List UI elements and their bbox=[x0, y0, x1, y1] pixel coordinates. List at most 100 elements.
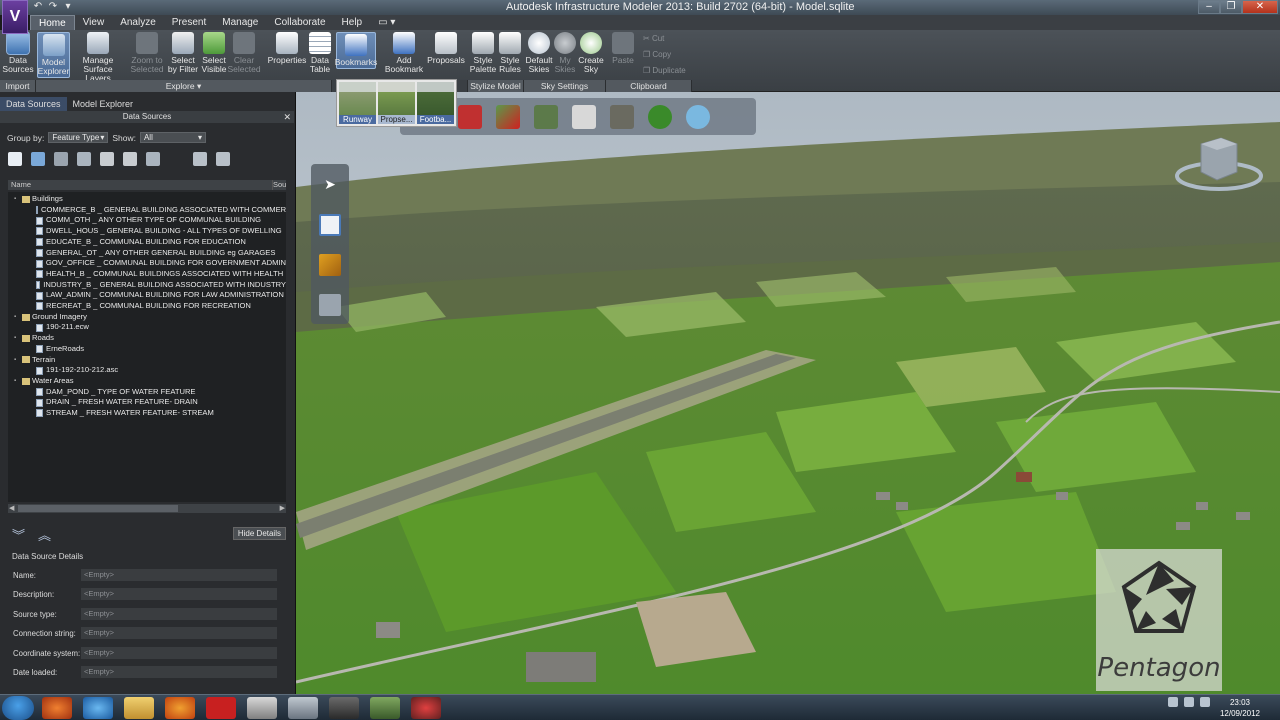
barrier-icon[interactable] bbox=[610, 104, 634, 129]
tree-item[interactable]: DRAIN _ FRESH WATER FEATURE- DRAIN bbox=[8, 397, 286, 408]
close-button[interactable]: ✕ bbox=[1242, 0, 1278, 14]
internet-explorer-icon[interactable] bbox=[83, 697, 113, 719]
tray-volume-icon[interactable] bbox=[1200, 697, 1210, 707]
firefox-icon[interactable] bbox=[165, 697, 195, 719]
collapse-up-icon[interactable]: ︽ bbox=[38, 525, 51, 544]
select-arrow-icon[interactable]: ➤ bbox=[319, 176, 341, 198]
proposals-button[interactable]: Proposals bbox=[427, 32, 465, 65]
tree-item[interactable]: LAW_ADMIN _ COMMUNAL BUILDING FOR LAW AD… bbox=[8, 290, 286, 301]
tray-flag-icon[interactable] bbox=[1184, 697, 1194, 707]
create-sky-button[interactable]: Create Sky bbox=[578, 32, 604, 74]
bookmark-runway[interactable]: Runway bbox=[339, 82, 376, 124]
details-value-field[interactable]: <Empty> bbox=[81, 588, 277, 601]
tree-group[interactable]: ▪ Terrain bbox=[8, 355, 286, 366]
style-palette-button[interactable]: Style Palette bbox=[469, 32, 497, 74]
start-button[interactable] bbox=[2, 696, 34, 720]
tree-item[interactable]: EDUCATE_B _ COMMUNAL BUILDING FOR EDUCAT… bbox=[8, 237, 286, 248]
panel-explore[interactable]: Explore ▾ bbox=[36, 80, 332, 92]
app-menu-button[interactable]: V bbox=[2, 0, 28, 34]
tree-item[interactable]: DAM_POND _ TYPE OF WATER FEATURE bbox=[8, 387, 286, 398]
expand-down-icon[interactable]: ︾ bbox=[12, 525, 25, 544]
tab-home[interactable]: Home bbox=[30, 15, 75, 30]
paste-button[interactable]: Paste bbox=[611, 32, 635, 65]
redo-icon[interactable]: ↷ bbox=[47, 1, 59, 13]
autodesk-app-icon[interactable] bbox=[329, 697, 359, 719]
undo-icon[interactable]: ↶ bbox=[32, 1, 44, 13]
tree-item[interactable]: INDUSTRY_B _ GENERAL BUILDING ASSOCIATED… bbox=[8, 280, 286, 291]
house-add-icon[interactable] bbox=[216, 152, 230, 166]
selection-tool-icon[interactable] bbox=[319, 214, 341, 236]
file-explorer-icon[interactable] bbox=[124, 697, 154, 719]
infrastructure-modeler-icon[interactable] bbox=[247, 697, 277, 719]
green-app-icon[interactable] bbox=[370, 697, 400, 719]
close-panel-icon[interactable]: ✕ bbox=[283, 111, 291, 123]
collapse-icon[interactable]: ▪ bbox=[14, 355, 22, 366]
system-clock[interactable]: 23:03 12/09/2012 bbox=[1220, 697, 1260, 719]
data-sources-button[interactable]: Data Sources bbox=[2, 31, 34, 74]
bookmarks-button[interactable]: Bookmarks bbox=[335, 32, 377, 69]
tree-group[interactable]: ▪ Buildings bbox=[8, 194, 286, 205]
tab-collaborate[interactable]: Collaborate bbox=[266, 15, 333, 30]
column-name[interactable]: Name bbox=[11, 180, 31, 189]
add-bookmark-button[interactable]: Add Bookmark bbox=[384, 32, 424, 74]
tree-item[interactable]: GOV_OFFICE _ COMMUNAL BUILDING FOR GOVER… bbox=[8, 258, 286, 269]
select-visible-button[interactable]: Select Visible bbox=[201, 32, 227, 74]
refresh-icon[interactable] bbox=[77, 152, 91, 166]
database-icon[interactable] bbox=[31, 152, 45, 166]
add-source-icon[interactable] bbox=[8, 152, 22, 166]
horizontal-scrollbar[interactable]: ◀ ▶ bbox=[8, 504, 286, 513]
details-value-field[interactable]: <Empty> bbox=[81, 607, 277, 620]
tree-item[interactable]: 190-211.ecw bbox=[8, 322, 286, 333]
tree-item[interactable]: HEALTH_B _ COMMUNAL BUILDINGS ASSOCIATED… bbox=[8, 269, 286, 280]
water-drop-icon[interactable] bbox=[686, 104, 710, 129]
road-icon[interactable] bbox=[534, 104, 558, 129]
tree-item[interactable]: ErneRoads bbox=[8, 344, 286, 355]
tree-item[interactable]: 191-192-210-212.asc bbox=[8, 365, 286, 376]
manage-surface-layers-button[interactable]: Manage Surface Layers bbox=[72, 32, 124, 83]
maximize-button[interactable]: ❐ bbox=[1220, 0, 1242, 14]
copy-button[interactable]: ❐ Copy bbox=[643, 50, 671, 59]
media-player-icon[interactable] bbox=[42, 697, 72, 719]
tree-item[interactable]: COMM_OTH _ ANY OTHER TYPE OF COMMUNAL BU… bbox=[8, 215, 286, 226]
default-skies-button[interactable]: Default Skies bbox=[524, 32, 554, 74]
details-value-field[interactable]: <Empty> bbox=[81, 627, 277, 640]
model-explorer-button[interactable]: Model Explorer bbox=[37, 32, 70, 78]
details-value-field[interactable]: <Empty> bbox=[81, 569, 277, 581]
style-rules-button[interactable]: Style Rules bbox=[498, 32, 522, 74]
clear-selected-button[interactable]: Clear Selected bbox=[227, 32, 261, 74]
remove-icon[interactable] bbox=[100, 152, 114, 166]
collapse-icon[interactable]: ▪ bbox=[14, 333, 22, 344]
acrobat-icon[interactable] bbox=[206, 697, 236, 719]
tray-network-icon[interactable] bbox=[1168, 697, 1178, 707]
tree-group[interactable]: ▪ Ground Imagery bbox=[8, 312, 286, 323]
scroll-left-icon[interactable]: ◀ bbox=[9, 504, 14, 512]
tab-extra-icon[interactable]: ▭ ▾ bbox=[370, 15, 403, 30]
column-source[interactable]: Sou bbox=[272, 180, 286, 190]
tree-item[interactable]: GENERAL_OT _ ANY OTHER GENERAL BUILDING … bbox=[8, 248, 286, 259]
tree-group[interactable]: ▪ Roads bbox=[8, 333, 286, 344]
qat-dropdown-icon[interactable]: ▾ bbox=[62, 1, 74, 13]
zoom-to-selected-button[interactable]: Zoom to Selected bbox=[130, 32, 164, 74]
cut-button[interactable]: ✂ Cut bbox=[643, 34, 664, 43]
bookmark-football[interactable]: Footba... bbox=[417, 82, 454, 124]
duplicate-button[interactable]: ❐ Duplicate bbox=[643, 66, 686, 75]
tree-item[interactable]: DWELL_HOUS _ GENERAL BUILDING - ALL TYPE… bbox=[8, 226, 286, 237]
tree-icon[interactable] bbox=[648, 104, 672, 129]
details-value-field[interactable]: <Empty> bbox=[81, 666, 277, 678]
tree-group[interactable]: ▪ Water Areas bbox=[8, 376, 286, 387]
properties-button[interactable]: Properties bbox=[268, 32, 306, 65]
tree-item[interactable]: STREAM _ FRESH WATER FEATURE- STREAM bbox=[8, 408, 286, 419]
tab-present[interactable]: Present bbox=[164, 15, 214, 30]
hide-details-button[interactable]: Hide Details bbox=[232, 527, 286, 540]
export-icon[interactable] bbox=[123, 152, 137, 166]
data-table-button[interactable]: Data Table bbox=[308, 32, 332, 74]
tab-view[interactable]: View bbox=[75, 15, 113, 30]
tab-manage[interactable]: Manage bbox=[214, 15, 266, 30]
viewcube[interactable] bbox=[1173, 136, 1265, 198]
details-value-field[interactable]: <Empty> bbox=[81, 646, 277, 659]
my-skies-button[interactable]: My Skies bbox=[554, 32, 576, 74]
show-select[interactable]: All ▾ bbox=[139, 132, 206, 143]
measure-icon[interactable] bbox=[319, 254, 341, 276]
record-app-icon[interactable] bbox=[411, 697, 441, 719]
clipboard-icon[interactable] bbox=[319, 294, 341, 316]
